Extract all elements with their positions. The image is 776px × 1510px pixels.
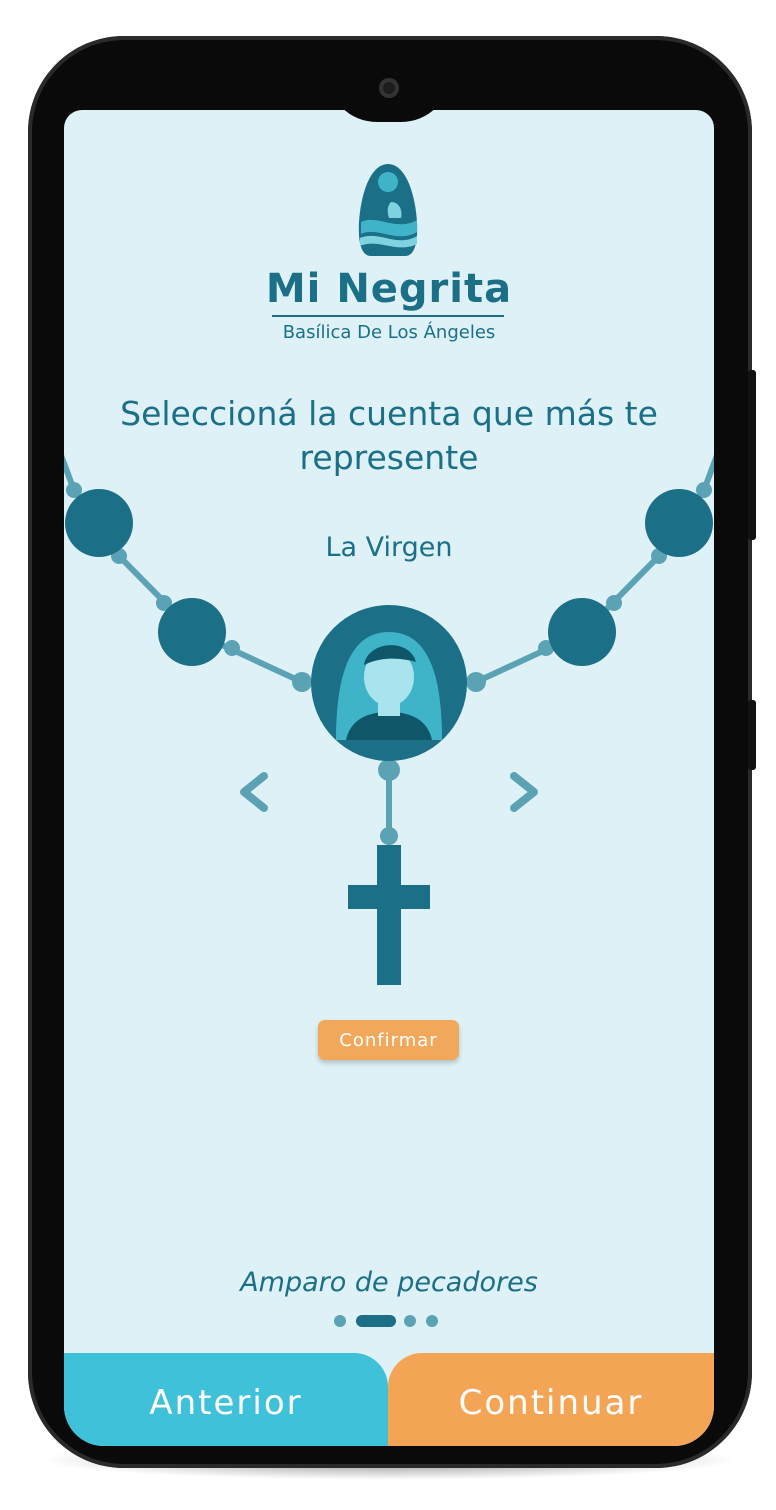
virgin-avatar-icon xyxy=(311,605,467,761)
selected-account-name: La Virgen xyxy=(325,532,453,563)
power-button xyxy=(748,370,756,540)
volume-button xyxy=(748,700,756,770)
chevron-right-icon[interactable] xyxy=(504,770,544,814)
virgin-logo-icon xyxy=(358,164,418,256)
previous-button[interactable]: Anterior xyxy=(64,1353,388,1446)
page-dot-active xyxy=(356,1315,396,1327)
chevron-left-icon[interactable] xyxy=(234,770,274,814)
app-subtitle: Basílica De Los Ángeles xyxy=(282,322,496,343)
title-underline xyxy=(272,315,504,317)
app-title: Mi Negrita xyxy=(265,266,513,312)
front-camera xyxy=(379,78,399,98)
app-screen: Mi Negrita Basílica De Los Ángeles Selec… xyxy=(64,110,714,1446)
confirm-button[interactable]: Confirmar xyxy=(318,1020,459,1060)
cross-icon xyxy=(348,845,430,985)
page-dot xyxy=(334,1315,346,1327)
page-dot xyxy=(426,1315,438,1327)
account-tagline: Amparo de pecadores xyxy=(240,1267,538,1298)
page-indicator xyxy=(334,1312,454,1328)
page-dot xyxy=(404,1315,416,1327)
continue-button[interactable]: Continuar xyxy=(388,1353,714,1446)
